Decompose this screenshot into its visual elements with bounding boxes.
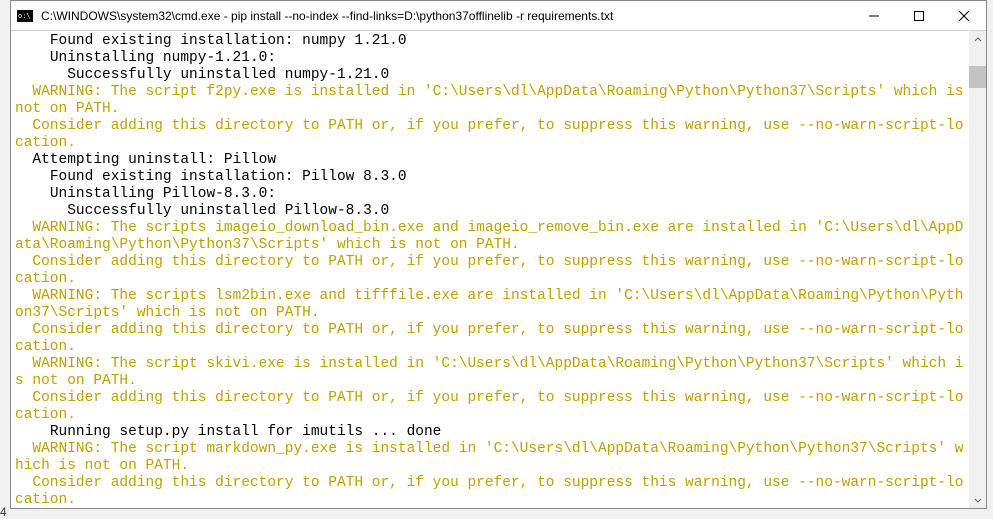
- terminal-line: WARNING: The script markdown_py.exe is i…: [15, 441, 963, 474]
- terminal-line: WARNING: The scripts imageio_download_bi…: [15, 220, 963, 253]
- terminal-line: Found existing installation: numpy 1.21.…: [15, 33, 407, 49]
- maximize-icon: [914, 11, 924, 21]
- scroll-up-button[interactable]: [969, 31, 986, 48]
- terminal-line: WARNING: The script skivi.exe is install…: [15, 356, 963, 389]
- close-icon: [959, 11, 969, 21]
- maximize-button[interactable]: [896, 1, 941, 30]
- minimize-icon: [869, 11, 879, 21]
- window-title: C:\WINDOWS\system32\cmd.exe - pip instal…: [41, 9, 851, 23]
- terminal-content[interactable]: Found existing installation: numpy 1.21.…: [11, 31, 969, 508]
- terminal-line: Consider adding this directory to PATH o…: [15, 322, 963, 355]
- titlebar[interactable]: C:\WINDOWS\system32\cmd.exe - pip instal…: [11, 1, 986, 31]
- terminal-line: Consider adding this directory to PATH o…: [15, 254, 963, 287]
- terminal-line: Successfully uninstalled Pillow-8.3.0: [15, 203, 389, 219]
- scroll-down-button[interactable]: [969, 491, 986, 508]
- terminal-line: WARNING: The script f2py.exe is installe…: [15, 84, 969, 117]
- cmd-window: C:\WINDOWS\system32\cmd.exe - pip instal…: [10, 0, 987, 509]
- chevron-up-icon: [974, 36, 982, 44]
- terminal-line: WARNING: The scripts lsm2bin.exe and tif…: [15, 288, 963, 321]
- scrollbar-thumb[interactable]: [969, 66, 986, 88]
- caption-buttons: [851, 1, 986, 30]
- terminal-line: Consider adding this directory to PATH o…: [15, 475, 963, 508]
- terminal-line: Attempting uninstall: Pillow: [15, 152, 276, 168]
- vertical-scrollbar[interactable]: [969, 31, 986, 508]
- terminal-line: Uninstalling Pillow-8.3.0:: [15, 186, 276, 202]
- close-button[interactable]: [941, 1, 986, 30]
- terminal-line: Uninstalling numpy-1.21.0:: [15, 50, 276, 66]
- terminal-body: Found existing installation: numpy 1.21.…: [11, 31, 986, 508]
- terminal-line: Running setup.py install for imutils ...…: [15, 424, 441, 440]
- chevron-down-icon: [974, 496, 982, 504]
- cmd-icon: [17, 10, 33, 22]
- terminal-line: Consider adding this directory to PATH o…: [15, 118, 963, 151]
- terminal-line: Successfully uninstalled numpy-1.21.0: [15, 67, 389, 83]
- corner-label: 4: [0, 505, 7, 519]
- terminal-line: Consider adding this directory to PATH o…: [15, 390, 963, 423]
- terminal-line: Found existing installation: Pillow 8.3.…: [15, 169, 407, 185]
- minimize-button[interactable]: [851, 1, 896, 30]
